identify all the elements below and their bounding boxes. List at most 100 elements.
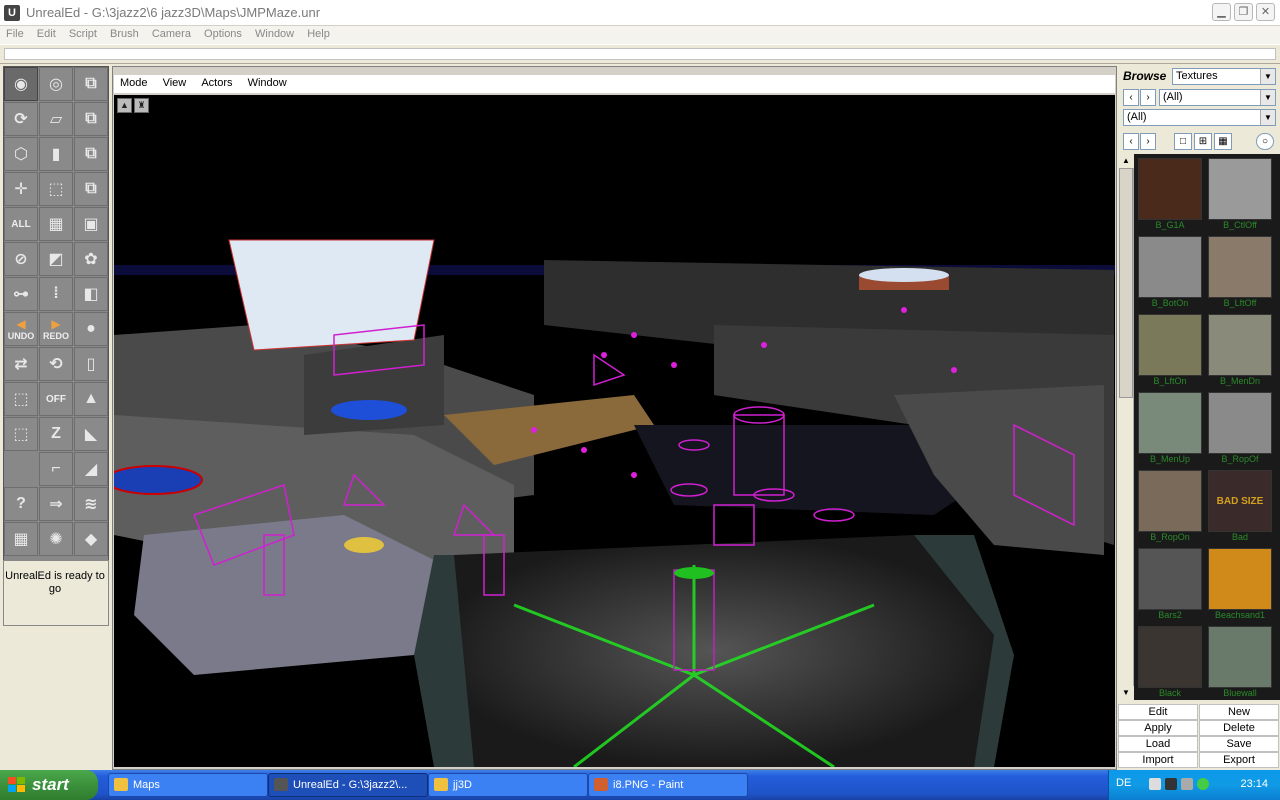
cone-builder-tool[interactable]: ▲ (74, 382, 108, 416)
hierarchy-tool[interactable]: ⊶ (4, 277, 38, 311)
cube-builder-tool[interactable]: ◧ (74, 277, 108, 311)
group-next-button[interactable]: › (1140, 133, 1156, 150)
scroll-thumb[interactable] (1119, 168, 1133, 398)
brush-clip-tool[interactable]: ⧉ (74, 67, 108, 101)
monitor-icon[interactable] (1165, 778, 1177, 790)
menu-window[interactable]: Window (251, 26, 298, 42)
vertex-edit-tool[interactable]: ⬡ (4, 137, 38, 171)
brush-bounds-tool[interactable]: ⬚ (4, 382, 38, 416)
status-icon[interactable] (1197, 778, 1209, 790)
undo-button[interactable]: ◀ UNDO (4, 312, 38, 346)
scroll-up-icon[interactable]: ▲ (1118, 154, 1134, 168)
select-face-tool[interactable]: ⬚ (39, 172, 73, 206)
menu-camera[interactable]: Camera (148, 26, 195, 42)
sheet-builder-tool[interactable]: ≋ (74, 487, 108, 521)
view-medium-button[interactable]: ⊞ (1194, 133, 1212, 150)
grid-toggle-tool[interactable]: ▦ (4, 522, 38, 556)
menu-script[interactable]: Script (65, 26, 101, 42)
package-next-button[interactable]: › (1140, 89, 1156, 106)
view-small-button[interactable]: ▦ (1214, 133, 1232, 150)
texture-thumbnail[interactable]: B_MenUp (1138, 392, 1202, 466)
start-button[interactable]: start (0, 770, 98, 800)
select-all-button[interactable]: ALL (4, 207, 38, 241)
package-prev-button[interactable]: ‹ (1123, 89, 1139, 106)
texture-thumbnail[interactable]: Bluewall (1208, 626, 1272, 700)
spiral-stairs-tool[interactable]: ⌐ (39, 452, 73, 486)
texture-thumbnail[interactable]: B_BotOn (1138, 236, 1202, 310)
texture-thumbnail[interactable]: BAD SIZE Bad (1208, 470, 1272, 544)
texture-thumbnail[interactable]: B_RopOn (1138, 470, 1202, 544)
clock[interactable]: 23:14 (1240, 778, 1268, 790)
language-indicator[interactable]: DE (1116, 777, 1131, 789)
select-square-tool[interactable]: ▣ (74, 207, 108, 241)
group-prev-button[interactable]: ‹ (1123, 133, 1139, 150)
radial-tool[interactable]: ✺ (39, 522, 73, 556)
maximize-button[interactable]: ❐ (1234, 3, 1253, 21)
viewport-joystick-icon[interactable]: ♜ (134, 98, 149, 113)
brush-stretch-tool[interactable]: ⧉ (74, 102, 108, 136)
load-button[interactable]: Load (1118, 736, 1198, 752)
texture-scrollbar[interactable]: ▲ ▼ (1118, 154, 1134, 700)
texture-thumbnail[interactable]: B_LftOff (1208, 236, 1272, 310)
sphere-builder-tool[interactable]: ● (74, 312, 108, 346)
snap-vertex-tool[interactable]: ⁞ (39, 277, 73, 311)
package-select[interactable]: (All) ▼ (1159, 89, 1276, 106)
edit-button[interactable]: Edit (1118, 704, 1198, 720)
view-sphere-button[interactable]: ○ (1256, 133, 1274, 150)
brush-order-tool[interactable]: ⇄ (4, 347, 38, 381)
texture-thumbnail[interactable]: B_CtlOff (1208, 158, 1272, 232)
texture-pan-tool[interactable]: ⧉ (74, 172, 108, 206)
delete-button[interactable]: Delete (1199, 720, 1279, 736)
actor-browser-tool[interactable]: ✿ (74, 242, 108, 276)
grid-snap-tool[interactable]: ⬚ (4, 417, 38, 451)
close-button[interactable]: ✕ (1256, 3, 1275, 21)
menu-brush[interactable]: Brush (106, 26, 143, 42)
texture-thumbnail[interactable]: Bars2 (1138, 548, 1202, 622)
arrow-tool[interactable]: ⇒ (39, 487, 73, 521)
group-select[interactable]: (All) ▼ (1123, 109, 1276, 126)
import-button[interactable]: Import (1118, 752, 1198, 768)
3d-viewport[interactable]: ▲ ♜ (114, 95, 1115, 767)
texture-thumbnail[interactable]: B_RopOf (1208, 392, 1272, 466)
brush-scale-tool[interactable]: ▱ (39, 102, 73, 136)
brush-rotate-tool[interactable]: ⟳ (4, 102, 38, 136)
add-actor-tool[interactable]: ✛ (4, 172, 38, 206)
brush-snap-tool[interactable]: ⧉ (74, 137, 108, 171)
view-large-button[interactable]: □ (1174, 133, 1192, 150)
texture-list[interactable]: ▲ ▼ B_G1A B_CtlOff B_BotOn B_LftOff B_LftOn B… (1118, 154, 1280, 700)
help-tool[interactable]: ? (4, 487, 38, 521)
viewport-menu-actors[interactable]: Actors (195, 75, 238, 91)
texture-thumbnail[interactable]: B_LftOn (1138, 314, 1202, 388)
redo-button[interactable]: ▶ REDO (39, 312, 73, 346)
brush-refresh-tool[interactable]: ⟲ (39, 347, 73, 381)
plane-builder-tool[interactable]: ◆ (74, 522, 108, 556)
scroll-down-icon[interactable]: ▼ (1118, 686, 1134, 700)
texture-thumbnail[interactable]: Beachsand1 (1208, 548, 1272, 622)
menu-file[interactable]: File (2, 26, 28, 42)
texture-thumbnail[interactable]: B_MenDn (1208, 314, 1272, 388)
task-jj3d[interactable]: jj3D (428, 773, 588, 797)
new-button[interactable]: New (1199, 704, 1279, 720)
texture-thumbnail[interactable]: B_G1A (1138, 158, 1202, 232)
viewport-menu-view[interactable]: View (157, 75, 193, 91)
network-icon[interactable] (1149, 778, 1161, 790)
deselect-tool[interactable]: ⊘ (4, 242, 38, 276)
menu-options[interactable]: Options (200, 26, 246, 42)
task-paint[interactable]: i8.PNG - Paint (588, 773, 748, 797)
toolbar-field[interactable] (4, 48, 1276, 60)
minimize-button[interactable]: ▁ (1212, 3, 1231, 21)
texture-browser-tool[interactable]: ◩ (39, 242, 73, 276)
select-grid-tool[interactable]: ▦ (39, 207, 73, 241)
toggle-off-button[interactable]: OFF (39, 382, 73, 416)
volume-icon[interactable] (1181, 778, 1193, 790)
camera-move-tool[interactable]: ◉ (4, 67, 38, 101)
export-button[interactable]: Export (1199, 752, 1279, 768)
unrealed-app-icon[interactable]: U (4, 5, 20, 21)
stairs-builder-tool[interactable]: ◣ (74, 417, 108, 451)
viewport-menu-mode[interactable]: Mode (114, 75, 154, 91)
menu-help[interactable]: Help (303, 26, 334, 42)
task-maps[interactable]: Maps (108, 773, 268, 797)
camera-zoom-tool[interactable]: ◎ (39, 67, 73, 101)
browser-type-select[interactable]: Textures ▼ (1172, 68, 1276, 85)
z-axis-tool[interactable]: Z (39, 417, 73, 451)
